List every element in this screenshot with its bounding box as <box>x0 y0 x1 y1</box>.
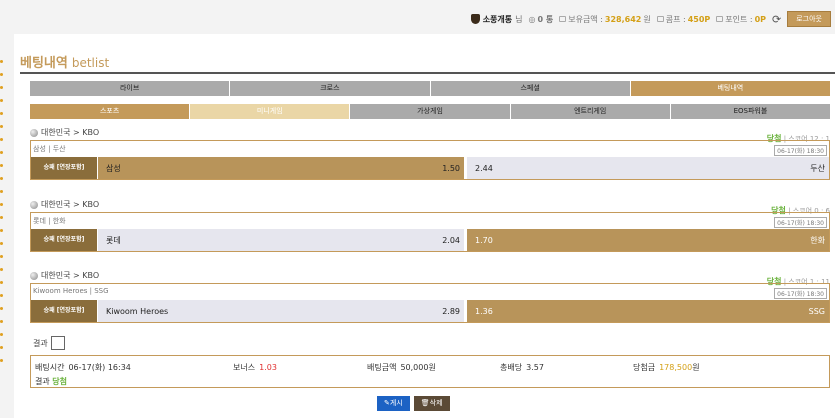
league-label: 대한민국 > KBO <box>30 270 99 281</box>
top-status-bar: 소풍개통 님 ◎ 0 통 보유금액 : 328,642 원 콤프 : 450P 포인트… <box>0 0 835 34</box>
username: 소풍개통 <box>482 14 513 24</box>
tab-sports[interactable]: 스포츠 <box>30 104 190 119</box>
messages-link[interactable]: ◎ 0 통 <box>529 14 554 25</box>
total-odds: 총배당 3.57 <box>500 363 544 372</box>
home-odds: 1.50 <box>442 163 460 173</box>
bet-box: Kiwoom Heroes | SSG 06-17(화) 18:30 승패 [연… <box>30 283 830 323</box>
away-odds: 1.70 <box>475 235 493 245</box>
result-filter: 결과 <box>33 336 65 350</box>
home-team: 롯데 <box>106 235 121 245</box>
left-edge-decoration <box>0 60 4 372</box>
away-team: 두산 <box>810 163 825 173</box>
comp-label: 콤프 : <box>665 14 686 24</box>
bet-summary: 배팅시간 06-17(화) 16:34 보너스 1.03 배팅금액 50,000원 총… <box>30 355 830 388</box>
point-value: 0P <box>754 14 767 24</box>
tab-cross[interactable]: 크로스 <box>230 81 430 96</box>
odds-row: 승패 [연장포함] Kiwoom Heroes 2.89 1.36 SSG <box>31 300 829 322</box>
match-date: 06-17(화) 18:30 <box>774 145 827 156</box>
tab-betlist[interactable]: 베팅내역 <box>630 81 830 96</box>
tab-live[interactable]: 라이브 <box>30 81 230 96</box>
away-odds: 1.36 <box>475 306 493 316</box>
messages-count: 0 통 <box>537 14 554 24</box>
match-title: 롯데 | 한화 <box>33 217 66 225</box>
user-suffix: 님 <box>515 14 523 24</box>
tab-eos-powerball[interactable]: EOS파워볼 <box>670 104 831 119</box>
tab-entry[interactable]: 엔트리게임 <box>510 104 670 119</box>
comp-icon <box>656 16 664 22</box>
page-header: 베팅내역 betlist <box>20 52 835 74</box>
globe-icon <box>30 200 38 209</box>
bet-type: 승패 [연장포함] <box>31 300 97 322</box>
page-subtitle: betlist <box>71 56 110 70</box>
rank-icon <box>470 14 480 24</box>
bet-box: 삼성 | 두산 06-17(화) 18:30 승패 [연장포함] 삼성 1.50 … <box>30 140 830 180</box>
match-title: Kiwoom Heroes | SSG <box>33 287 109 295</box>
delete-button[interactable]: 🗑삭제 <box>413 396 450 411</box>
point-label: 포인트 : <box>725 14 753 24</box>
bonus: 보너스 1.03 <box>233 363 277 372</box>
post-button[interactable]: ✎게시 <box>377 396 410 411</box>
action-buttons: ✎게시 🗑삭제 <box>377 396 450 411</box>
bet-time: 배팅시간 06-17(화) 16:34 <box>35 363 131 372</box>
bet-box: 롯데 | 한화 06-17(화) 18:30 승패 [연장포함] 롯데 2.04 … <box>30 212 830 252</box>
tab-virtual[interactable]: 가상게임 <box>350 104 510 119</box>
balance-info: 보유금액 : 328,642 원 <box>559 14 651 25</box>
home-selection[interactable]: 삼성 1.50 <box>98 157 464 179</box>
bet-type: 승패 [연장포함] <box>31 229 97 251</box>
balance-value: 328,642 <box>604 14 642 24</box>
user-info: 소풍개통 님 <box>470 14 523 25</box>
main-panel: 베팅내역 betlist 라이브 크로스 스페셜 베팅내역 스포츠 미니게임 가상… <box>14 34 835 418</box>
odds-row: 승패 [연장포함] 삼성 1.50 2.44 두산 <box>31 157 829 179</box>
home-selection[interactable]: Kiwoom Heroes 2.89 <box>98 300 464 322</box>
result-label: 결과 <box>33 338 48 348</box>
main-tabs: 라이브 크로스 스페셜 베팅내역 <box>30 81 830 96</box>
league-label: 대한민국 > KBO <box>30 127 99 138</box>
logout-button[interactable]: 로그아웃 <box>787 11 831 27</box>
comp-value: 450P <box>687 14 711 24</box>
home-odds: 2.89 <box>442 306 460 316</box>
league-label: 대한민국 > KBO <box>30 199 99 210</box>
away-team: SSG <box>808 306 825 316</box>
globe-icon <box>30 128 38 137</box>
match-date: 06-17(화) 18:30 <box>774 217 827 228</box>
away-team: 한화 <box>810 235 825 245</box>
summary-result: 결과 당첨 <box>35 377 68 386</box>
sub-tabs: 스포츠 미니게임 가상게임 엔트리게임 EOS파워볼 <box>30 104 831 119</box>
odds-row: 승패 [연장포함] 롯데 2.04 1.70 한화 <box>31 229 829 251</box>
wallet-icon <box>559 16 567 22</box>
away-selection[interactable]: 1.70 한화 <box>467 229 829 251</box>
home-team: Kiwoom Heroes <box>106 306 169 316</box>
away-odds: 2.44 <box>475 163 493 173</box>
away-selection[interactable]: 1.36 SSG <box>467 300 829 322</box>
message-icon: ◎ <box>528 14 536 24</box>
home-team: 삼성 <box>106 163 121 173</box>
match-title: 삼성 | 두산 <box>33 145 66 153</box>
result-checkbox[interactable] <box>50 336 65 350</box>
bet-type: 승패 [연장포함] <box>31 157 97 179</box>
point-icon <box>716 16 724 22</box>
balance-label: 보유금액 : <box>568 14 603 24</box>
refresh-icon[interactable]: ⟳ <box>772 13 781 26</box>
bet-amount: 배팅금액 50,000원 <box>367 363 436 372</box>
comp-info[interactable]: 콤프 : 450P <box>656 14 711 25</box>
home-selection[interactable]: 롯데 2.04 <box>98 229 464 251</box>
away-selection[interactable]: 2.44 두산 <box>467 157 829 179</box>
tab-minigame[interactable]: 미니게임 <box>190 104 350 119</box>
tab-special[interactable]: 스페셜 <box>430 81 630 96</box>
point-info[interactable]: 포인트 : 0P <box>716 14 766 25</box>
match-date: 06-17(화) 18:30 <box>774 288 827 299</box>
trash-icon: 🗑 <box>420 399 430 407</box>
balance-unit: 원 <box>643 14 651 24</box>
summary-result-value: 당첨 <box>52 377 68 386</box>
globe-icon <box>30 271 38 280</box>
page-title: 베팅내역 betlist <box>20 56 110 71</box>
home-odds: 2.04 <box>442 235 460 245</box>
win-amount: 당첨금 178,500원 <box>633 363 700 372</box>
